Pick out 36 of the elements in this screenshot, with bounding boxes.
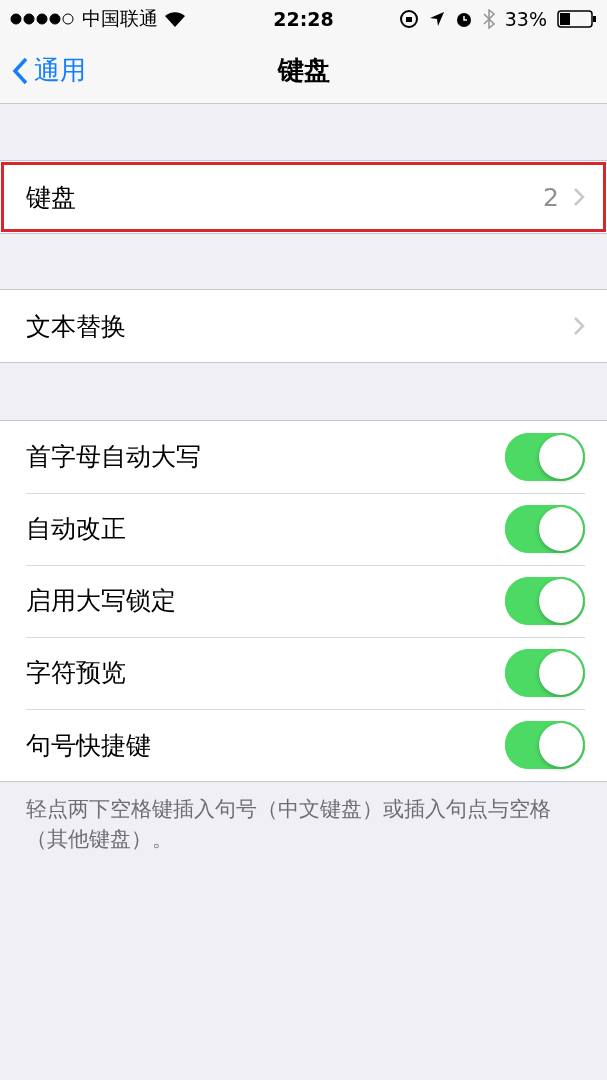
battery-percent: 33% <box>504 8 547 30</box>
row-label: 键盘 <box>26 181 77 214</box>
row-value: 2 <box>543 182 559 212</box>
chevron-icon <box>573 187 585 207</box>
toggle-switch[interactable] <box>505 576 585 625</box>
settings-row[interactable]: 键盘 2 <box>0 161 607 233</box>
toggle-row[interactable]: 首字母自动大写 <box>0 421 607 493</box>
row-label: 自动改正 <box>26 513 127 545</box>
location-icon <box>428 11 445 27</box>
rotation-lock-icon <box>398 9 419 29</box>
page-title: 键盘 <box>277 54 330 87</box>
toggle-row[interactable]: 字符预览 <box>0 637 607 709</box>
toggle-switch[interactable] <box>505 648 585 697</box>
row-label: 文本替换 <box>26 310 127 343</box>
footer-note: 轻点两下空格键插入句号（中文键盘）或插入句点与空格（其他键盘）。 <box>25 796 552 853</box>
chevron-icon <box>573 316 585 336</box>
toggle-row[interactable]: 启用大写锁定 <box>0 565 607 637</box>
toggle-switch[interactable] <box>505 721 585 769</box>
battery-icon <box>557 10 597 28</box>
row-label: 字符预览 <box>26 657 127 689</box>
toggle-row[interactable]: 自动改正 <box>0 493 607 565</box>
row-label: 启用大写锁定 <box>26 585 177 617</box>
toggle-row[interactable]: 句号快捷键 <box>0 709 607 781</box>
toggle-switch[interactable] <box>505 432 585 481</box>
carrier-name: 中国联通 <box>82 6 158 31</box>
alarm-icon <box>454 10 473 28</box>
wifi-icon <box>164 11 186 27</box>
back-button[interactable]: 通用 <box>12 53 278 88</box>
row-label: 句号快捷键 <box>26 729 152 762</box>
bluetooth-icon <box>482 9 495 29</box>
signal-icon <box>10 13 76 25</box>
row-label: 首字母自动大写 <box>26 441 202 473</box>
toggle-switch[interactable] <box>505 504 585 553</box>
settings-row[interactable]: 文本替换 <box>0 290 607 362</box>
back-chevron-icon <box>12 56 28 85</box>
clock-time: 22:28 <box>273 8 334 30</box>
